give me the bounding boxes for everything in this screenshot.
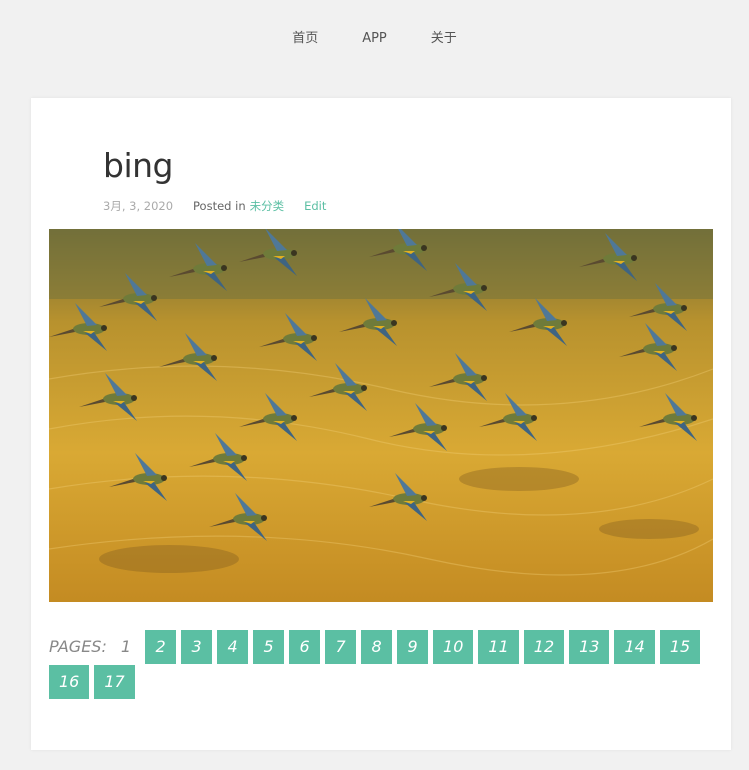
post-image xyxy=(49,229,713,602)
posted-in-label: Posted in xyxy=(193,199,246,213)
page-link-6[interactable]: 6 xyxy=(289,630,321,664)
page-link-17[interactable]: 17 xyxy=(94,665,135,699)
page-link-16[interactable]: 16 xyxy=(49,665,90,699)
nav-item-app[interactable]: APP xyxy=(340,0,409,79)
category-link[interactable]: 未分类 xyxy=(250,198,285,214)
page-link-15[interactable]: 15 xyxy=(659,630,701,664)
page-link-7[interactable]: 7 xyxy=(325,630,357,664)
post-title: bing xyxy=(103,146,173,185)
nav-item-home[interactable]: 首页 xyxy=(270,0,340,79)
page-link-12[interactable]: 12 xyxy=(523,630,565,664)
pagination: PAGES: 1 2 3 4 5 6 7 8 9 10 11 12 13 14 … xyxy=(49,630,713,700)
page-link-5[interactable]: 5 xyxy=(253,630,285,664)
page-link-11[interactable]: 11 xyxy=(478,630,519,664)
page-link-3[interactable]: 3 xyxy=(181,630,213,664)
current-page: 1 xyxy=(120,637,132,656)
page-link-4[interactable]: 4 xyxy=(217,630,249,664)
page-link-2[interactable]: 2 xyxy=(145,630,177,664)
page-link-13[interactable]: 13 xyxy=(569,630,610,664)
page-link-9[interactable]: 9 xyxy=(397,630,429,664)
parrots-in-grassland-image xyxy=(49,229,713,602)
nav-item-about[interactable]: 关于 xyxy=(409,0,479,79)
pages-label: PAGES: xyxy=(49,637,107,656)
post-card: bing 3月, 3, 2020 Posted in 未分类 Edit PAGE… xyxy=(31,98,731,750)
page-link-8[interactable]: 8 xyxy=(361,630,393,664)
edit-link[interactable]: Edit xyxy=(304,199,326,213)
page-link-10[interactable]: 10 xyxy=(433,630,474,664)
top-navigation: 首页 APP 关于 xyxy=(0,0,749,80)
post-date: 3月, 3, 2020 xyxy=(103,199,174,213)
post-meta: 3月, 3, 2020 Posted in 未分类 Edit xyxy=(103,198,326,214)
page-link-14[interactable]: 14 xyxy=(614,630,655,664)
